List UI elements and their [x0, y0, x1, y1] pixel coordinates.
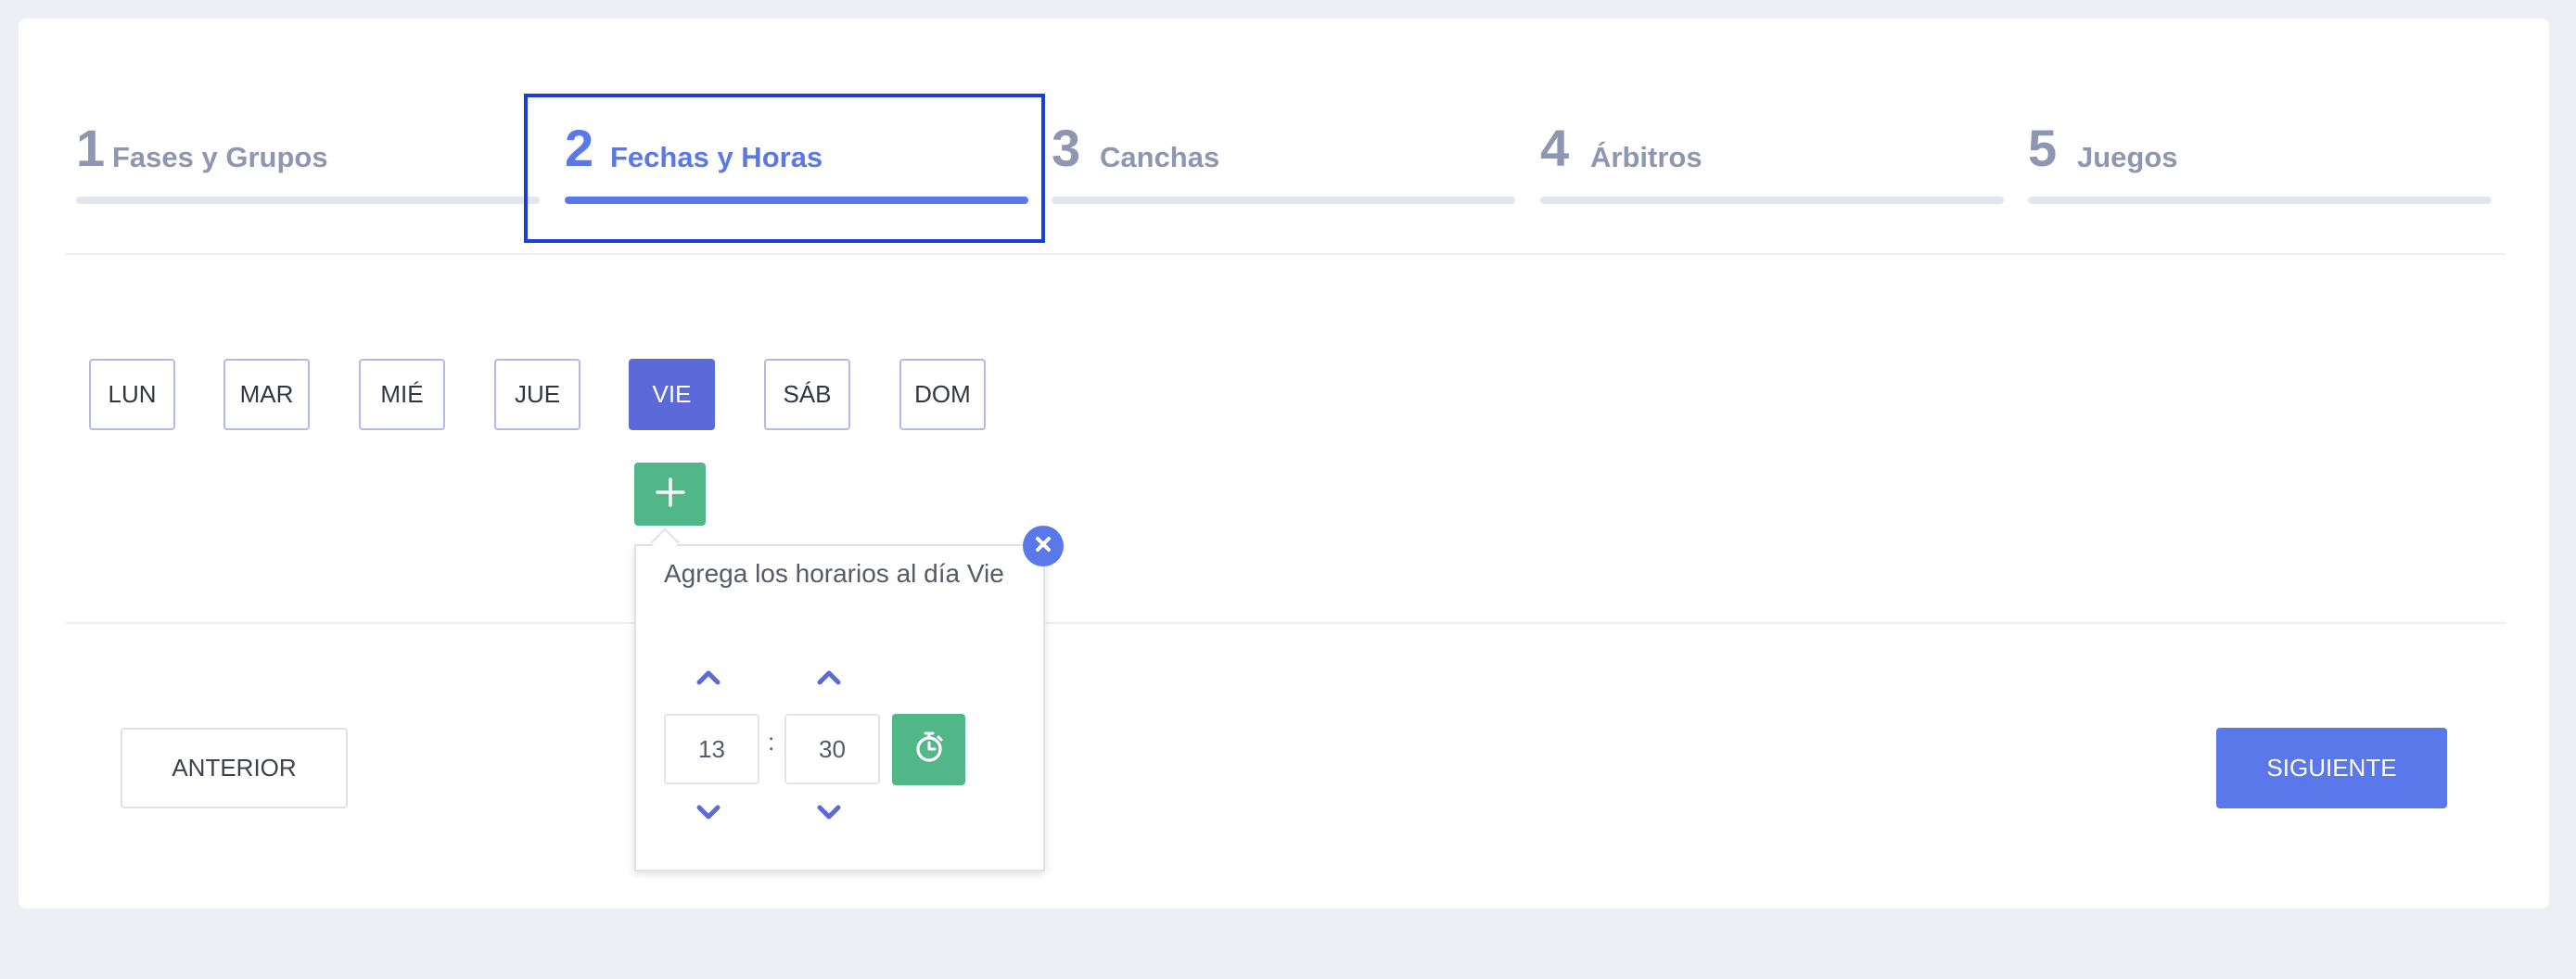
chevron-down-icon	[696, 805, 721, 826]
minute-up-button[interactable]	[810, 665, 848, 693]
add-time-button[interactable]	[892, 714, 965, 785]
step-number: 4	[1540, 119, 1570, 177]
popup-title: Agrega los horarios al día Vie	[664, 559, 1004, 588]
chevron-up-icon	[817, 668, 841, 690]
close-popup-button[interactable]	[1023, 526, 1064, 566]
time-separator: :	[768, 728, 775, 756]
add-schedule-button[interactable]	[634, 463, 706, 526]
step-label: Fases y Grupos	[112, 141, 328, 173]
step-label: Juegos	[2077, 141, 2178, 173]
step-progress-bar	[1052, 197, 1515, 204]
active-step-highlight	[524, 94, 1045, 243]
step-fases-y-grupos[interactable]: 1 Fases y Grupos	[76, 119, 540, 207]
step-canchas[interactable]: 3 Canchas	[1052, 119, 1515, 207]
minute-input[interactable]: 30	[784, 714, 880, 784]
day-button-dom[interactable]: DOM	[899, 359, 986, 430]
step-label: Canchas	[1100, 141, 1220, 173]
next-button[interactable]: SIGUIENTE	[2216, 728, 2447, 808]
day-button-lun[interactable]: LUN	[89, 359, 175, 430]
minute-down-button[interactable]	[810, 801, 848, 829]
step-number: 1	[76, 119, 106, 177]
step-progress-bar	[76, 197, 540, 204]
step-juegos[interactable]: 5 Juegos	[2028, 119, 2492, 207]
day-button-mie[interactable]: MIÉ	[359, 359, 445, 430]
day-button-sab[interactable]: SÁB	[764, 359, 850, 430]
schedule-popup: Agrega los horarios al día Vie 13 : 30	[634, 544, 1045, 871]
step-label: Árbitros	[1590, 141, 1702, 173]
chevron-up-icon	[696, 668, 721, 690]
day-button-jue[interactable]: JUE	[494, 359, 580, 430]
step-number: 3	[1052, 119, 1081, 177]
step-progress-bar	[1540, 197, 2004, 204]
close-icon	[1034, 535, 1052, 558]
day-button-vie[interactable]: VIE	[629, 359, 715, 430]
previous-button[interactable]: ANTERIOR	[121, 728, 348, 808]
chevron-down-icon	[817, 805, 841, 826]
content-divider	[65, 622, 2506, 624]
hour-input[interactable]: 13	[664, 714, 759, 784]
day-button-mar[interactable]: MAR	[223, 359, 310, 430]
step-arbitros[interactable]: 4 Árbitros	[1540, 119, 2004, 207]
hour-down-button[interactable]	[690, 801, 727, 829]
stopwatch-icon	[913, 731, 945, 769]
plus-icon	[655, 477, 686, 513]
step-number: 5	[2028, 119, 2058, 177]
step-progress-bar	[2028, 197, 2492, 204]
header-divider	[65, 253, 2506, 255]
hour-up-button[interactable]	[690, 665, 727, 693]
